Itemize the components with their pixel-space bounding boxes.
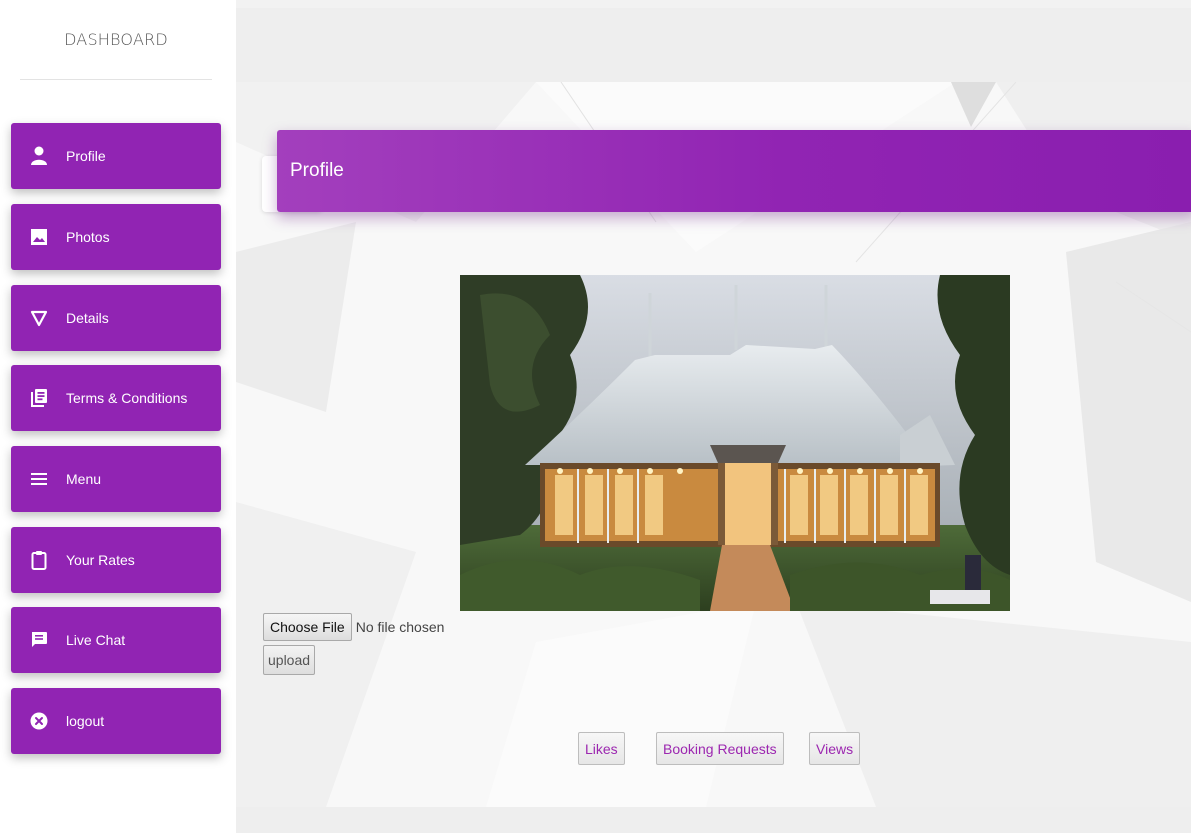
booking-requests-button[interactable]: Booking Requests [656, 732, 784, 765]
clipboard-icon [28, 549, 50, 571]
page-title: Profile [290, 160, 344, 181]
sidebar-item-label: Your Rates [66, 552, 135, 568]
sidebar-item-menu[interactable]: Menu [11, 446, 221, 512]
dashboard-page: DASHBOARD Profile Photos Details Terms &… [0, 0, 1191, 833]
sidebar-item-label: Profile [66, 148, 106, 164]
sidebar-item-label: Terms & Conditions [66, 390, 188, 406]
document-list-icon [28, 387, 50, 409]
sidebar-item-your-rates[interactable]: Your Rates [11, 527, 221, 593]
choose-file-button[interactable]: Choose File [263, 613, 352, 641]
brand-title: DASHBOARD [20, 0, 212, 80]
image-icon [28, 226, 50, 248]
sidebar-item-logout[interactable]: logout [11, 688, 221, 754]
content-area: Profile Choose File No file chosen uploa… [236, 82, 1191, 807]
nabla-icon [28, 307, 50, 329]
sidebar-item-profile[interactable]: Profile [11, 123, 221, 189]
sidebar-item-details[interactable]: Details [11, 285, 221, 351]
sidebar-item-label: Details [66, 310, 109, 326]
footer-bar [236, 807, 1191, 833]
sidebar-item-terms[interactable]: Terms & Conditions [11, 365, 221, 431]
sidebar-item-live-chat[interactable]: Live Chat [11, 607, 221, 673]
views-button[interactable]: Views [809, 732, 861, 765]
close-circle-icon [28, 710, 50, 732]
main-panel: Profile Choose File No file chosen uploa… [236, 0, 1191, 833]
person-icon [28, 145, 50, 167]
sidebar-item-label: logout [66, 713, 105, 729]
top-navbar [236, 8, 1191, 82]
sidebar-item-label: Live Chat [66, 632, 126, 648]
profile-photo [460, 275, 1010, 611]
upload-button[interactable]: upload [263, 645, 316, 675]
file-status-text: No file chosen [355, 619, 445, 635]
likes-button[interactable]: Likes [578, 732, 625, 765]
hamburger-menu-icon [28, 468, 50, 490]
sidebar-item-label: Menu [66, 471, 102, 487]
sidebar-item-label: Photos [66, 229, 110, 245]
file-input: Choose File No file chosen [263, 613, 444, 641]
sidebar: DASHBOARD Profile Photos Details Terms &… [0, 0, 232, 833]
chat-icon [28, 629, 50, 651]
profile-header: Profile [277, 130, 1191, 212]
sidebar-item-photos[interactable]: Photos [11, 204, 221, 270]
